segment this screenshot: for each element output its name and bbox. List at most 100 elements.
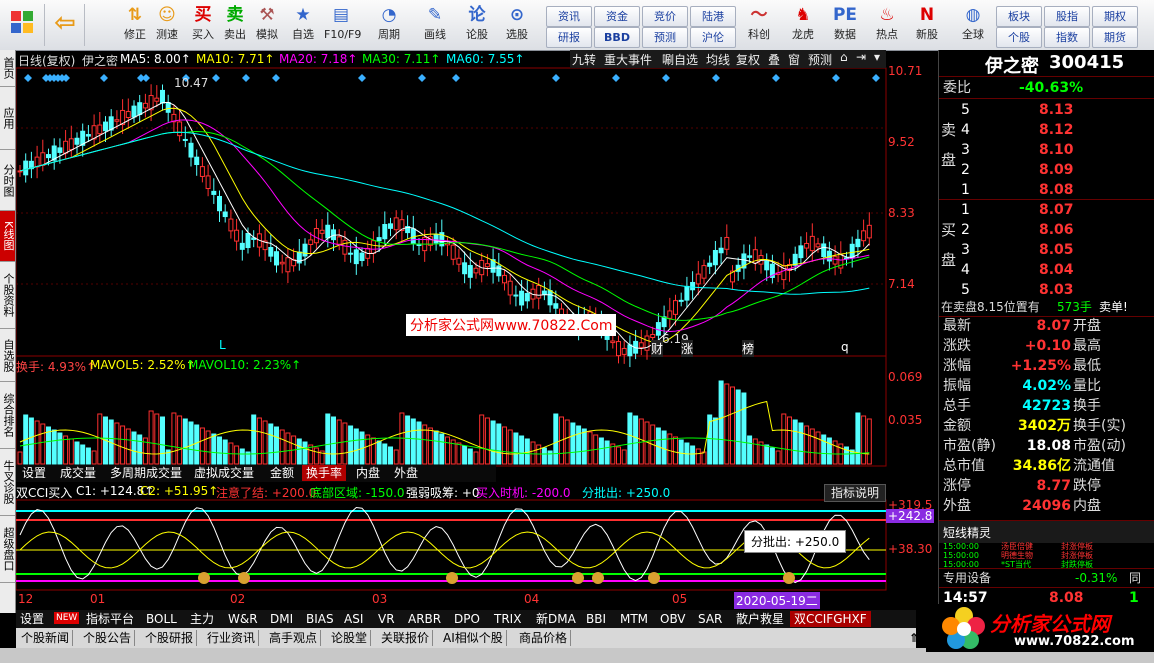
collapse-arrow-icon[interactable]: ⇑ — [906, 630, 922, 646]
toolbar-btn-6[interactable]: ★ 自选 — [286, 3, 320, 47]
tab-home[interactable]: 首页 — [0, 50, 15, 87]
ind-tab-sar[interactable]: SAR — [694, 611, 726, 627]
ind-tab-dmi[interactable]: DMI — [266, 611, 297, 627]
news-tab-experts[interactable]: 高手观点 — [266, 630, 322, 646]
vol-tab-turnover[interactable]: 换手率 — [302, 465, 347, 481]
news-tab-forum[interactable]: 论股堂 — [328, 630, 372, 646]
bid-row[interactable]: 1 8.07 — [939, 200, 1154, 220]
ind-tab-settings[interactable]: 设置 — [16, 611, 48, 627]
tab-apps[interactable]: 应用 — [0, 87, 15, 150]
tool-forecast[interactable]: 预测 — [808, 51, 832, 68]
event-label-rise[interactable]: 涨 — [681, 340, 694, 357]
vol-tab-inner[interactable]: 内盘 — [352, 465, 384, 481]
tool-events[interactable]: 重大事件 — [604, 51, 652, 68]
bid-row[interactable]: 4 8.04 — [939, 260, 1154, 280]
news-tab-commodities[interactable]: 商品价格 — [516, 630, 572, 646]
mini-btn-12[interactable]: 指数 — [1044, 27, 1090, 48]
color-grid-icon[interactable] — [2, 3, 42, 47]
ind-tab-trix[interactable]: TRIX — [490, 611, 525, 627]
ask-row[interactable]: 4 8.12 — [939, 120, 1154, 140]
mini-btn-2[interactable]: 竞价 — [642, 6, 688, 27]
ask-row[interactable]: 3 8.10 — [939, 140, 1154, 160]
bid-row[interactable]: 3 8.05 — [939, 240, 1154, 260]
event-label-finance[interactable]: 财 — [651, 340, 664, 357]
tool-ma[interactable]: 均线 — [706, 51, 730, 68]
mini-btn-6[interactable]: 预测 — [642, 27, 688, 48]
vol-tab-virtual[interactable]: 虚拟成交量 — [190, 465, 258, 481]
mini-btn-0[interactable]: 资讯 — [546, 6, 592, 27]
mini-btn-5[interactable]: BBD — [594, 27, 640, 48]
ind-tab-asi[interactable]: ASI — [340, 611, 367, 627]
bid-row[interactable]: 2 8.06 — [939, 220, 1154, 240]
toolbar-btn-17[interactable]: ◍ 全球 — [956, 3, 990, 47]
ask-row[interactable]: 5 8.13 — [939, 100, 1154, 120]
toolbar-btn-1[interactable]: ⇅ 修正 — [118, 3, 152, 47]
toolbar-btn-12[interactable]: 〜科创 — [742, 3, 776, 47]
toolbar-btn-9[interactable]: ✎ 画线 — [418, 3, 452, 47]
event-label-board[interactable]: 榜 — [742, 340, 755, 357]
ask-row[interactable]: 2 8.09 — [939, 160, 1154, 180]
ask-row[interactable]: 1 8.08 — [939, 180, 1154, 200]
ind-tab-main[interactable]: 主力 — [186, 611, 218, 627]
dropdown-icon[interactable]: ▾ — [874, 50, 880, 64]
ind-tab-dual-cci[interactable]: 双CCIFGHXF — [790, 611, 871, 627]
toolbar-btn-15[interactable]: ♨ 热点 — [870, 3, 904, 47]
ind-tab-newdma[interactable]: 新DMA — [532, 611, 580, 627]
news-tab-research[interactable]: 个股研报 — [142, 630, 198, 646]
tab-watchlist[interactable]: 自选股 — [0, 329, 15, 382]
tool-window[interactable]: 窗 — [788, 51, 800, 68]
toolbar-btn-14[interactable]: PE 数据 — [828, 3, 862, 47]
vol-tab-multi[interactable]: 多周期成交量 — [106, 465, 186, 481]
vol-tab-volume[interactable]: 成交量 — [56, 465, 100, 481]
event-label-q[interactable]: q — [841, 340, 849, 354]
vol-tab-settings[interactable]: 设置 — [18, 465, 50, 481]
toolbar-btn-8[interactable]: ◔ 周期 — [372, 3, 406, 47]
ind-tab-bbi[interactable]: BBI — [582, 611, 610, 627]
toolbar-btn-10[interactable]: 论论股 — [460, 3, 494, 47]
tab-super-book[interactable]: 超级盘口 — [0, 516, 15, 583]
tool-watchlist[interactable]: 唰自选 — [662, 51, 698, 68]
mini-btn-4[interactable]: 研报 — [546, 27, 592, 48]
tab-ranking[interactable]: 综合排名 — [0, 382, 15, 449]
lock-icon[interactable]: ⌂ — [840, 50, 848, 64]
mini-btn-10[interactable]: 期权 — [1092, 6, 1138, 27]
tab-kline[interactable]: K线图 — [0, 211, 15, 262]
ind-tab-platform[interactable]: 指标平台 — [82, 611, 138, 627]
event-label-l[interactable]: L — [219, 338, 226, 352]
bid-row[interactable]: 5 8.03 — [939, 280, 1154, 300]
ind-tab-arbr[interactable]: ARBR — [404, 611, 445, 627]
mini-btn-11[interactable]: 个股 — [996, 27, 1042, 48]
sector-name[interactable]: 专用设备 — [943, 569, 991, 587]
ind-tab-boll[interactable]: BOLL — [142, 611, 181, 627]
vol-tab-amount[interactable]: 金额 — [266, 465, 298, 481]
toolbar-btn-7[interactable]: ▤ F10/F9 — [324, 3, 361, 47]
toolbar-btn-5[interactable]: ⚒ 模拟 — [250, 3, 284, 47]
tab-diagnosis[interactable]: 牛叉诊股 — [0, 449, 15, 516]
tab-stock-info[interactable]: 个股资料 — [0, 262, 15, 329]
tool-jiuzhuan[interactable]: 九转 — [572, 51, 596, 68]
news-tab-announcements[interactable]: 个股公告 — [80, 630, 136, 646]
news-tab-related[interactable]: 关联报价 — [378, 630, 434, 646]
ind-tab-dpo[interactable]: DPO — [450, 611, 484, 627]
mini-btn-7[interactable]: 沪伦 — [690, 27, 736, 48]
short-genie-row[interactable]: 15:00:00 汤臣倍健 封涨停板 — [939, 542, 1154, 551]
ind-tab-mtm[interactable]: MTM — [616, 611, 652, 627]
mini-btn-13[interactable]: 期货 — [1092, 27, 1138, 48]
short-genie-row[interactable]: 15:00:00 明德生物 封涨停板 — [939, 551, 1154, 560]
ind-tab-wr[interactable]: W&R — [224, 611, 262, 627]
back-button[interactable]: ⇦ — [48, 3, 82, 47]
mini-btn-1[interactable]: 资金 — [594, 6, 640, 27]
news-tab-industry[interactable]: 行业资讯 — [204, 630, 260, 646]
toolbar-btn-16[interactable]: N 新股 — [910, 3, 944, 47]
kline-chart-area[interactable]: 日线(复权) 伊之密 MA5: 8.00↑ MA10: 7.71↑ MA20: … — [16, 50, 935, 609]
ind-tab-bias[interactable]: BIAS — [302, 611, 338, 627]
mini-btn-9[interactable]: 股指 — [1044, 6, 1090, 27]
mini-btn-3[interactable]: 陆港 — [690, 6, 736, 27]
tool-fuquan[interactable]: 复权 — [736, 51, 760, 68]
news-tab-stock-news[interactable]: 个股新闻 — [18, 630, 74, 646]
toolbar-btn-11[interactable]: ⊙ 选股 — [500, 3, 534, 47]
ind-tab-retail[interactable]: 散户救星 — [732, 611, 788, 627]
pin-icon[interactable]: ⇥ — [856, 50, 866, 64]
tool-overlay[interactable]: 叠 — [768, 51, 780, 68]
news-tab-ai-similar[interactable]: AI相似个股 — [440, 630, 507, 646]
